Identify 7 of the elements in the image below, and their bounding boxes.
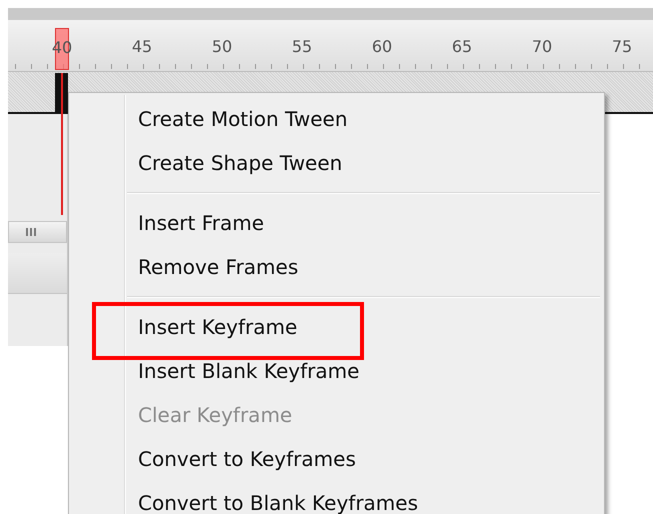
frame-number: 75 bbox=[612, 37, 632, 57]
frame-number: 55 bbox=[292, 37, 312, 57]
frame-number: 50 bbox=[212, 37, 232, 57]
frame-number: 45 bbox=[132, 37, 152, 57]
frame-number: 60 bbox=[372, 37, 392, 57]
frame-number: 65 bbox=[452, 37, 472, 57]
frame-number: 70 bbox=[532, 37, 552, 57]
